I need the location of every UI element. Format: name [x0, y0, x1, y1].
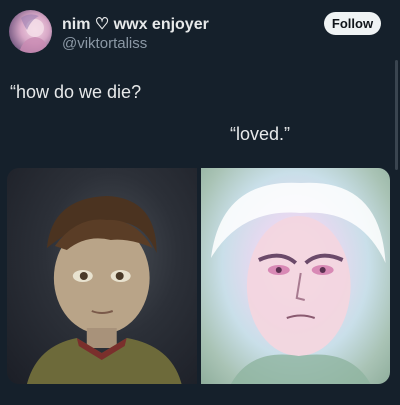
avatar[interactable] — [9, 10, 52, 53]
author-handle[interactable]: @viktortaliss — [62, 35, 147, 52]
glowing-adult-character-portrait-icon — [210, 182, 386, 384]
media-image-left[interactable] — [7, 168, 197, 384]
media-grid — [7, 168, 390, 384]
media-image-right[interactable] — [200, 168, 390, 384]
child-character-portrait-icon — [26, 196, 182, 384]
post-text-line-2: “loved.” — [230, 124, 291, 144]
avatar-portrait-icon — [19, 14, 49, 53]
follow-button[interactable]: Follow — [324, 12, 381, 35]
scrollbar-thumb[interactable] — [395, 60, 398, 170]
author-display-name[interactable]: nim ♡ wwx enjoyer — [62, 14, 209, 34]
post: nim ♡ wwx enjoyer @viktortaliss Follow “… — [0, 0, 400, 405]
post-text-line-1: “how do we die? — [10, 82, 142, 102]
